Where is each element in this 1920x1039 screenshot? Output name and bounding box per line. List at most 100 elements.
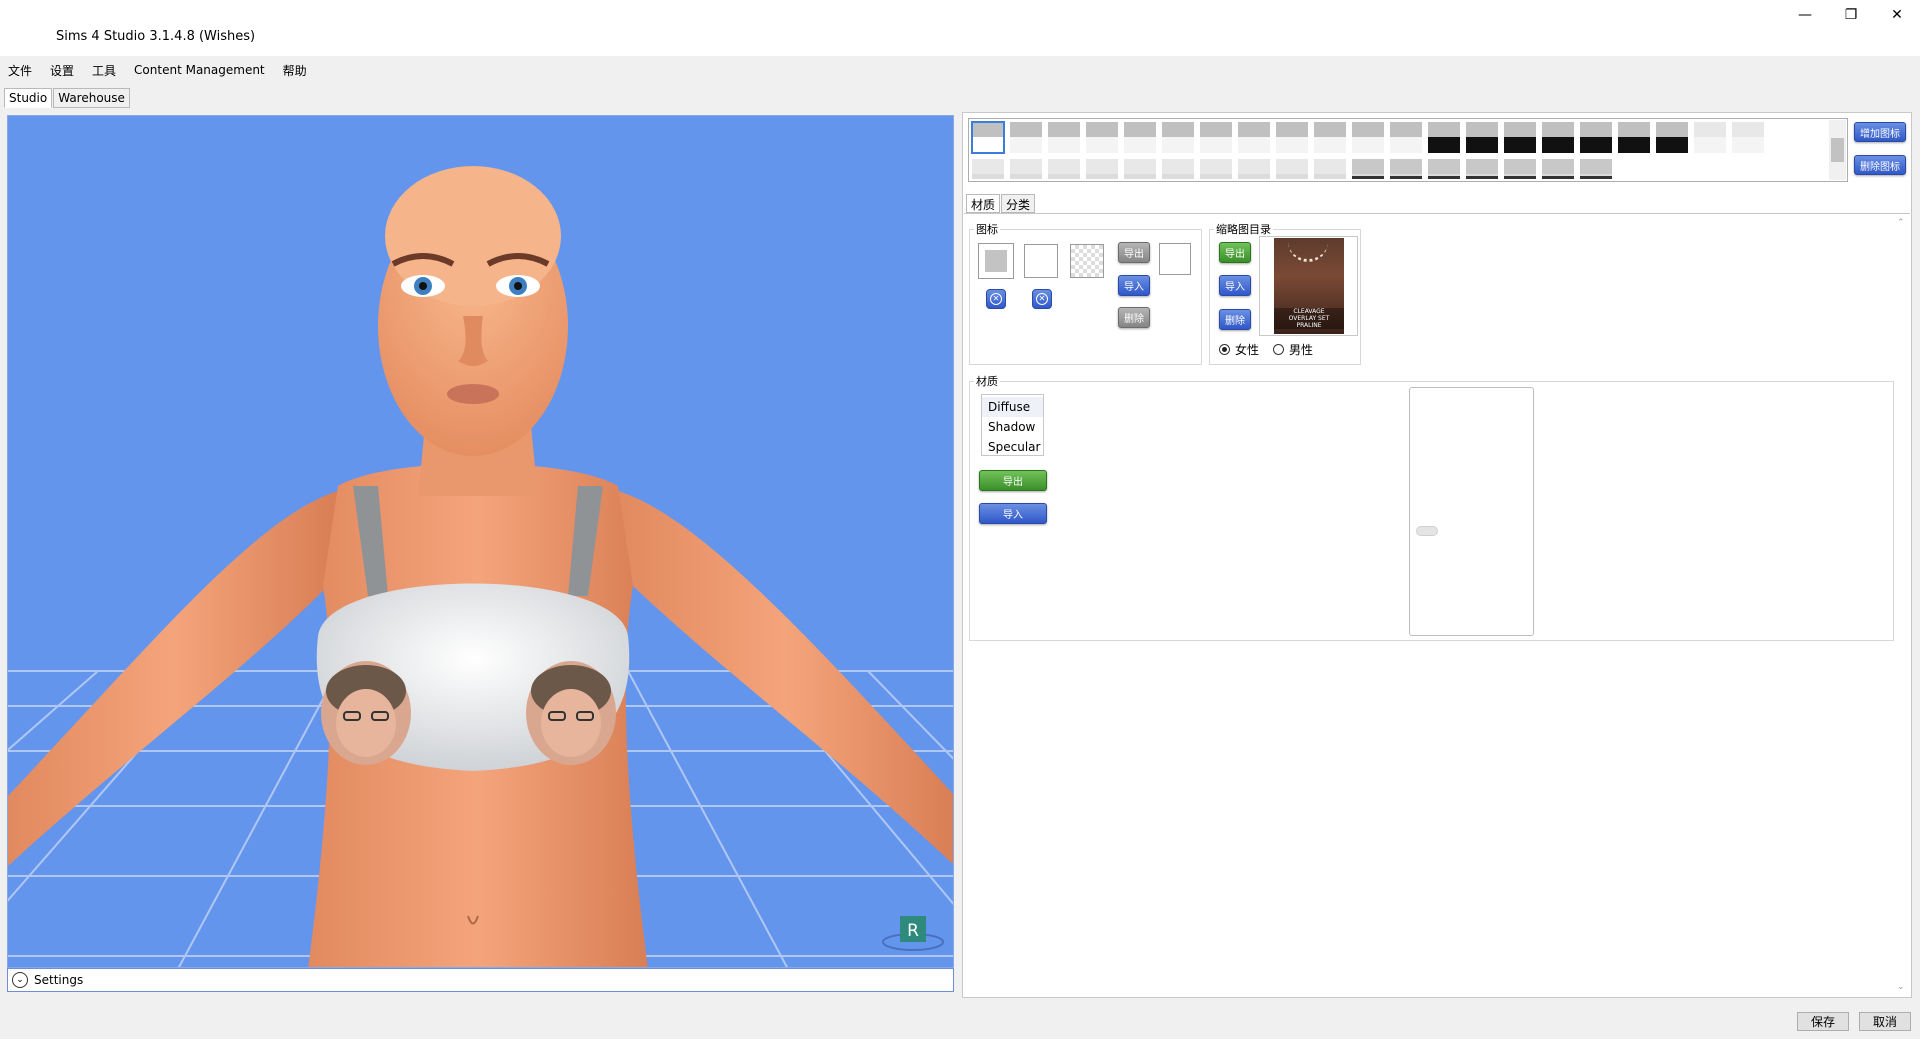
menu-content-management[interactable]: Content Management — [132, 61, 267, 79]
swatch-item[interactable] — [1276, 159, 1308, 179]
swatch-item[interactable] — [1200, 122, 1232, 153]
swatch-item[interactable] — [1086, 159, 1118, 179]
swatch-item[interactable] — [1048, 122, 1080, 153]
swatch-item[interactable] — [1466, 122, 1498, 153]
texture-thumbnail — [1416, 526, 1438, 536]
save-button[interactable]: 保存 — [1797, 1012, 1849, 1031]
swatch-item[interactable] — [1314, 122, 1346, 153]
swatch-item[interactable] — [1656, 122, 1688, 153]
icon-group-label: 图标 — [974, 221, 1000, 237]
swatch-item[interactable] — [1390, 122, 1422, 153]
icon-slot-preview[interactable] — [1159, 243, 1191, 275]
icon-slot-gray[interactable] — [978, 243, 1014, 279]
swatch-item[interactable] — [1010, 159, 1042, 179]
swatch-item[interactable] — [1580, 159, 1612, 179]
thumbnail-delete-button[interactable]: 删除 — [1219, 309, 1251, 330]
swatch-item[interactable] — [1694, 122, 1726, 153]
thumbnail-caption-2: OVERLAY SET — [1288, 315, 1330, 322]
decal-right — [526, 661, 616, 765]
tab-studio[interactable]: Studio — [4, 88, 53, 108]
swatch-item[interactable] — [1428, 159, 1460, 179]
swatch-item[interactable] — [1542, 159, 1574, 179]
swatch-item[interactable] — [1466, 159, 1498, 179]
icon-export-button[interactable]: 导出 — [1118, 242, 1150, 263]
swatch-item[interactable] — [1200, 159, 1232, 179]
list-item[interactable]: Diffuse — [982, 397, 1043, 417]
material-group-label: 材质 — [974, 373, 1000, 389]
menu-help[interactable]: 帮助 — [281, 60, 309, 81]
swatch-item[interactable] — [1428, 122, 1460, 153]
icon-slot-white[interactable] — [1024, 244, 1058, 278]
radio-dot-icon — [1273, 344, 1284, 355]
material-list[interactable]: Diffuse Shadow Specular — [981, 394, 1044, 456]
texture-preview[interactable] — [1409, 387, 1534, 636]
swatch-item[interactable] — [972, 159, 1004, 179]
swatch-item[interactable] — [1162, 122, 1194, 153]
swatch-item[interactable] — [1238, 122, 1270, 153]
main-tabs: Studio Warehouse — [4, 88, 131, 108]
clear-icon-button[interactable]: ✕ — [986, 289, 1006, 309]
add-swatch-button[interactable]: 增加图标 — [1854, 122, 1906, 142]
minimize-button[interactable]: — — [1782, 0, 1828, 30]
material-import-button[interactable]: 导入 — [979, 503, 1047, 524]
tab-material[interactable]: 材质 — [966, 194, 1001, 213]
tab-warehouse[interactable]: Warehouse — [53, 88, 130, 108]
3d-viewport[interactable]: R — [7, 115, 954, 968]
gender-female-radio[interactable]: 女性 — [1219, 341, 1259, 358]
gender-female-label: 女性 — [1235, 343, 1260, 357]
clear-icon-button[interactable]: ✕ — [1032, 289, 1052, 309]
swatch-item[interactable] — [1276, 122, 1308, 153]
swatch-scrollbar[interactable] — [1829, 120, 1846, 180]
cancel-button[interactable]: 取消 — [1859, 1012, 1911, 1031]
restore-button[interactable]: ❐ — [1828, 0, 1874, 30]
swatch-item[interactable] — [1048, 159, 1080, 179]
thumbnail-caption-1: CLEAVAGE — [1293, 308, 1325, 315]
logo-letter: R — [907, 921, 919, 941]
swatch-item[interactable] — [1504, 159, 1536, 179]
sub-tabs: 材质 分类 — [966, 194, 1036, 213]
list-item[interactable]: Shadow — [982, 417, 1043, 437]
swatch-item[interactable] — [1086, 122, 1118, 153]
swatch-item[interactable] — [1390, 159, 1422, 179]
list-item[interactable]: Specular — [982, 437, 1043, 457]
swatch-item[interactable] — [1010, 122, 1042, 153]
menu-file[interactable]: 文件 — [6, 60, 34, 81]
gender-male-radio[interactable]: 男性 — [1273, 341, 1313, 358]
sim-model-render: R — [8, 166, 953, 967]
thumbnail-export-button[interactable]: 导出 — [1219, 242, 1251, 263]
swatch-item[interactable] — [1238, 159, 1270, 179]
swatch-item[interactable] — [1124, 159, 1156, 179]
swatch-item[interactable] — [1732, 122, 1764, 153]
swatch-item[interactable] — [1542, 122, 1574, 153]
tab-category[interactable]: 分类 — [1001, 194, 1036, 213]
close-button[interactable]: ✕ — [1874, 0, 1920, 30]
swatch-item[interactable] — [1504, 122, 1536, 153]
icon-slot-transparent[interactable] — [1070, 244, 1104, 278]
close-circle-icon: ✕ — [990, 293, 1002, 305]
swatch-item[interactable] — [1618, 122, 1650, 153]
thumbnail-group-label: 缩略图目录 — [1214, 221, 1273, 237]
icon-import-button[interactable]: 导入 — [1118, 275, 1150, 296]
remove-swatch-button[interactable]: 删除图标 — [1854, 155, 1906, 175]
material-export-button[interactable]: 导出 — [979, 470, 1047, 491]
menu-settings[interactable]: 设置 — [48, 60, 76, 81]
swatch-item[interactable] — [971, 121, 1005, 154]
icon-delete-button[interactable]: 删除 — [1118, 307, 1150, 328]
swatch-item[interactable] — [1124, 122, 1156, 153]
settings-bar[interactable]: ⌄ Settings — [7, 968, 954, 992]
chevron-down-icon[interactable]: ⌄ — [12, 972, 28, 988]
decal-left — [321, 661, 411, 765]
thumbnail-import-button[interactable]: 导入 — [1219, 275, 1251, 296]
thumbnail-image[interactable]: CLEAVAGE OVERLAY SET PRALINE — [1259, 236, 1358, 336]
radio-dot-icon — [1219, 344, 1230, 355]
gender-male-label: 男性 — [1289, 343, 1314, 357]
swatch-item[interactable] — [1314, 159, 1346, 179]
swatch-item[interactable] — [1352, 159, 1384, 179]
swatch-item[interactable] — [1352, 122, 1384, 153]
menu-tools[interactable]: 工具 — [90, 60, 118, 81]
window-title: Sims 4 Studio 3.1.4.8 (Wishes) — [56, 29, 256, 44]
swatch-item[interactable] — [1162, 159, 1194, 179]
panel-scrollbar[interactable]: ⌃ ⌄ — [1894, 216, 1910, 994]
settings-label: Settings — [34, 973, 84, 987]
swatch-item[interactable] — [1580, 122, 1612, 153]
